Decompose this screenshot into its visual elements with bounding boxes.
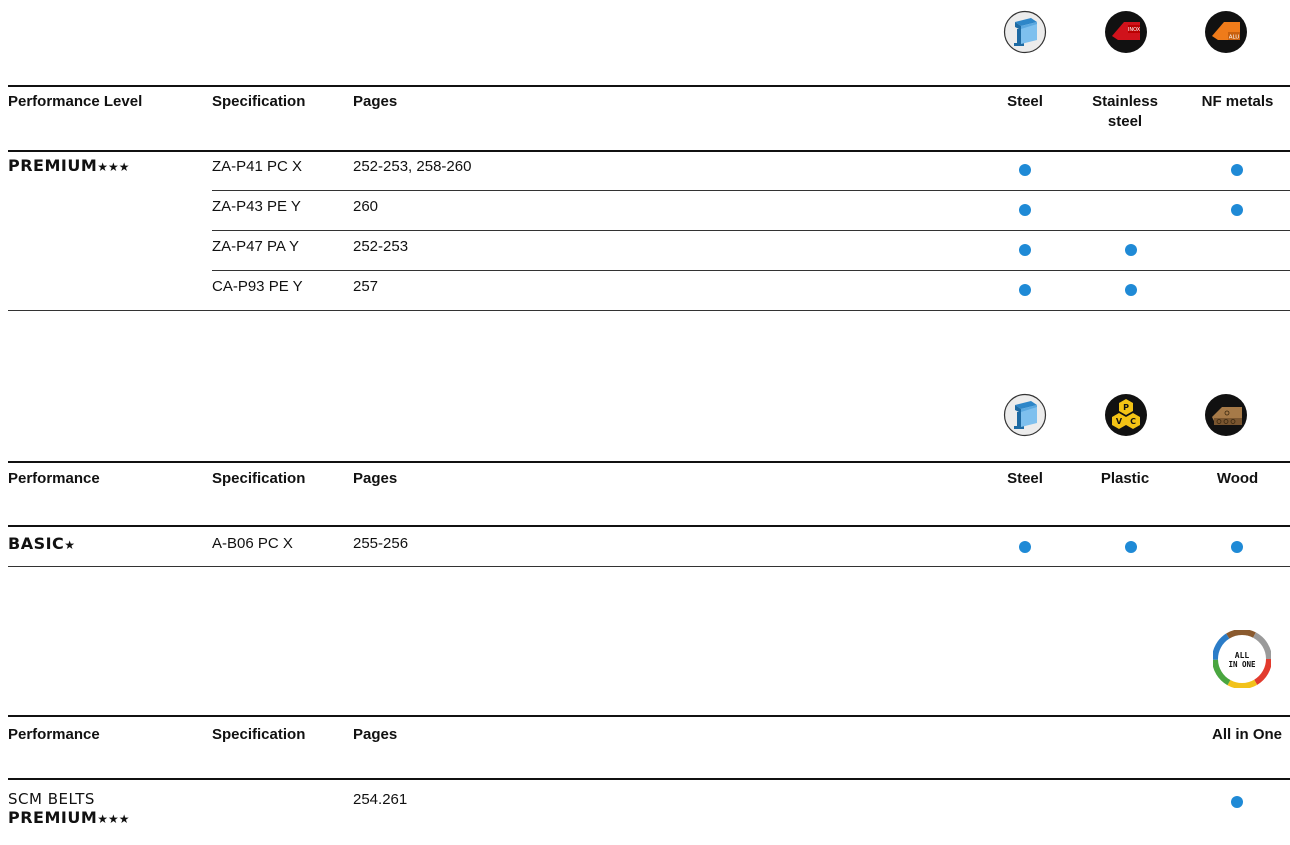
header-wood: Wood (1216, 470, 1259, 487)
header-performance: Performance (8, 470, 100, 487)
tier-name: PREMIUM (8, 808, 98, 827)
header-top-rule (8, 85, 1290, 87)
section-bottom-rule (8, 310, 1290, 311)
row4-stainless-dot (1125, 284, 1137, 296)
tier-premium: PREMIUM★★★ (8, 156, 130, 177)
all-in-one-icon: ALL IN ONE (1213, 630, 1271, 688)
row1-steel-dot (1019, 541, 1031, 553)
header-specification: Specification (212, 470, 306, 487)
header-pages: Pages (353, 470, 398, 487)
header-plastic: Plastic (1100, 470, 1150, 487)
tier-premium: PREMIUM★★★ (8, 808, 130, 829)
row-divider (212, 190, 1290, 191)
row1-spec: ZA-P41 PC X (212, 158, 303, 175)
row1-nf-dot (1231, 164, 1243, 176)
pvc-plastic-icon: P V C (1105, 394, 1147, 436)
alu-label: ALU (1229, 35, 1240, 41)
pvc-p: P (1123, 403, 1129, 412)
in-one-label: IN ONE (1228, 660, 1256, 669)
header-steel: Steel (1007, 470, 1043, 487)
inox-label: INOX (1128, 27, 1141, 33)
row-divider (212, 270, 1290, 271)
tier-name: PREMIUM (8, 156, 98, 175)
row2-steel-dot (1019, 204, 1031, 216)
header-bottom-rule (8, 525, 1290, 527)
header-performance-level: Performance Level (8, 93, 143, 110)
header-nf-metals: NF metals (1201, 93, 1274, 110)
row2-pages: 260 (353, 198, 379, 215)
pvc-c: C (1130, 417, 1136, 426)
row1-pages: 255-256 (353, 535, 409, 552)
row3-pages: 252-253 (353, 238, 409, 255)
row1-steel-dot (1019, 164, 1031, 176)
section-bottom-rule (8, 566, 1290, 567)
tier-basic: BASIC★ (8, 534, 75, 555)
row1-all-in-one-dot (1231, 796, 1243, 808)
header-stainless-line2: steel (1107, 113, 1143, 130)
row1-wood-dot (1231, 541, 1243, 553)
tier-stars: ★★★ (97, 160, 130, 174)
row-divider (212, 230, 1290, 231)
header-stainless: Stainless steel (1090, 92, 1160, 132)
header-specification: Specification (212, 726, 306, 743)
header-specification: Specification (212, 93, 306, 110)
row3-stainless-dot (1125, 244, 1137, 256)
aluminium-alu-icon: ALU (1205, 11, 1247, 53)
row3-spec: ZA-P47 PA Y (212, 238, 299, 255)
pvc-v: V (1116, 417, 1123, 426)
row1-spec: A-B06 PC X (212, 535, 293, 552)
header-stainless-line1: Stainless (1092, 93, 1158, 110)
tier-stars: ★★★ (97, 812, 130, 826)
row1-pages: 254.261 (353, 791, 408, 808)
header-top-rule (8, 715, 1290, 717)
steel-beam-icon (1003, 393, 1047, 437)
row1-pages: 252-253, 258-260 (353, 158, 472, 175)
wood-icon (1205, 394, 1247, 436)
header-bottom-rule (8, 150, 1290, 152)
header-pages: Pages (353, 93, 398, 110)
row4-pages: 257 (353, 278, 379, 295)
header-steel: Steel (1007, 93, 1043, 110)
header-pages: Pages (353, 726, 398, 743)
header-bottom-rule (8, 778, 1290, 780)
tier-name: BASIC (8, 534, 65, 553)
row4-spec: CA-P93 PE Y (212, 278, 303, 295)
row2-spec: ZA-P43 PE Y (212, 198, 301, 215)
scm-belts-label: SCM BELTS (8, 790, 95, 808)
header-performance: Performance (8, 726, 100, 743)
header-top-rule (8, 461, 1290, 463)
row3-steel-dot (1019, 244, 1031, 256)
row2-nf-dot (1231, 204, 1243, 216)
row4-steel-dot (1019, 284, 1031, 296)
header-all-in-one: All in One (1211, 726, 1282, 743)
steel-beam-icon (1003, 10, 1047, 54)
row1-plastic-dot (1125, 541, 1137, 553)
stainless-inox-icon: INOX (1105, 11, 1147, 53)
tier-stars: ★ (64, 538, 76, 552)
all-label: ALL (1235, 651, 1250, 660)
